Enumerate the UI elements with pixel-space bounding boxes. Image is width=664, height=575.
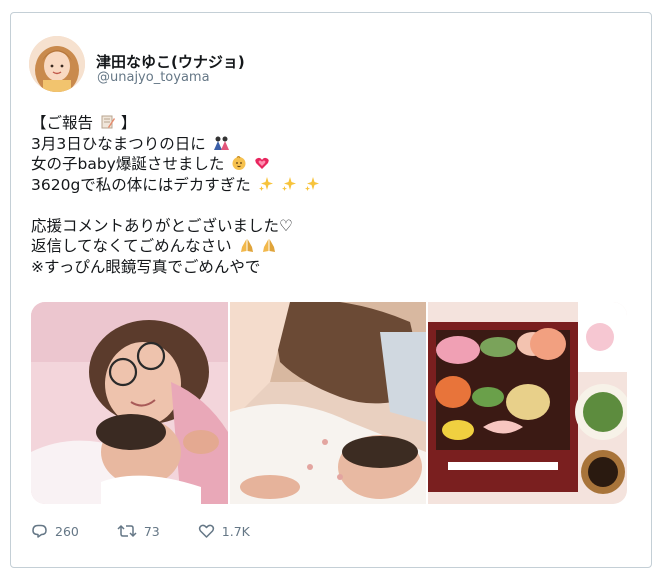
tweet-line: ※すっぴん眼鏡写真でごめんやで	[31, 257, 631, 278]
tweet-line-text: 女の子baby爆誕させました	[31, 155, 225, 173]
tweet-line-text: 返信してなくてごめんなさい	[31, 237, 232, 255]
folded-hands-emoji-icon	[261, 237, 277, 259]
user-handle[interactable]: @unajyo_toyama	[97, 70, 210, 85]
retweet-icon	[117, 523, 137, 539]
tweet-line-suffix: 】	[120, 114, 137, 132]
hinamatsuri-meal-photo[interactable]	[428, 302, 627, 504]
tweet-line-text: 3620gで私の体にはデカすぎた	[31, 175, 251, 194]
sparkles-emoji-icon	[304, 176, 320, 198]
like-icon	[198, 523, 215, 539]
reply-count: 260	[55, 523, 79, 539]
baby-emoji-icon	[231, 155, 247, 177]
sparkles-emoji-icon	[281, 176, 297, 198]
mother-with-newborn-photo[interactable]	[31, 302, 228, 504]
tweet-line-text: 【ご報告	[31, 114, 94, 132]
reply-button[interactable]: 260	[31, 523, 79, 539]
tweet-line-text: 応援コメントありがとございました♡	[31, 216, 293, 235]
growing-heart-emoji-icon	[254, 155, 270, 177]
tweet-line: 3620gで私の体にはデカすぎた	[31, 175, 631, 196]
display-name[interactable]: 津田なゆこ(ウナジョ)	[96, 51, 245, 72]
avatar[interactable]	[29, 36, 85, 92]
like-count: 1.7K	[221, 523, 250, 539]
reply-icon	[31, 523, 48, 539]
tweet-line: 【ご報告 】	[31, 113, 631, 134]
retweet-count: 73	[143, 523, 160, 539]
tweet-actions: 260 73 1.7K	[31, 522, 288, 540]
tweet-line: 応援コメントありがとございました♡	[31, 216, 631, 237]
hina-dolls-emoji-icon	[213, 135, 230, 157]
retweet-button[interactable]: 73	[117, 523, 160, 539]
media-grid[interactable]	[31, 302, 627, 504]
tweet-line-text: 3月3日ひなまつりの日に	[31, 134, 206, 153]
tweet-line: 女の子baby爆誕させました	[31, 154, 631, 175]
folded-hands-emoji-icon	[239, 237, 255, 259]
newborn-swaddled-photo[interactable]	[230, 302, 426, 504]
sparkles-emoji-icon	[258, 176, 274, 198]
tweet-line: 返信してなくてごめんなさい	[31, 236, 631, 257]
like-button[interactable]: 1.7K	[198, 523, 250, 539]
tweet-line-text: ※すっぴん眼鏡写真でごめんやで	[31, 257, 261, 276]
memo-emoji-icon	[100, 114, 116, 136]
tweet-text: 【ご報告 】 3月3日ひなまつりの日に 女の子baby爆誕させました 3620g…	[31, 113, 631, 277]
tweet-line: 3月3日ひなまつりの日に	[31, 134, 631, 155]
